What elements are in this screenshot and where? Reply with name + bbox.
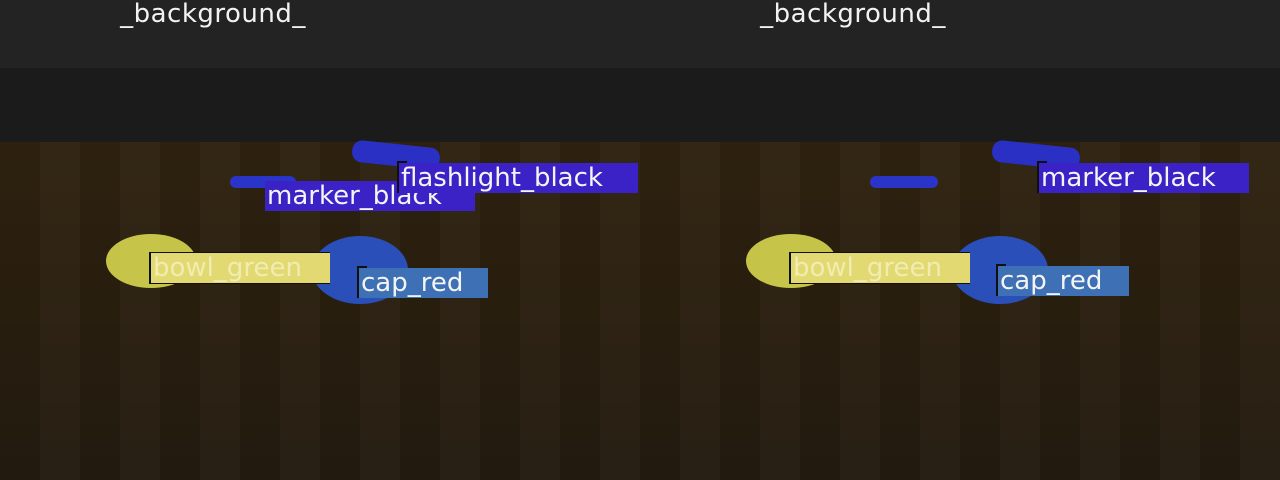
left-panel: _background_ bowl_green cap_red marker_b… [0,0,640,480]
back-wall [640,68,1280,142]
cap-label: cap_red [359,268,488,298]
cap-label: cap_red [998,266,1129,296]
bowl-label: bowl_green [151,253,330,283]
back-wall [0,68,640,142]
panel-title: _background_ [760,0,946,29]
panel-title: _background_ [120,0,306,29]
marker-mask [870,176,938,188]
bowl-label: bowl_green [791,253,970,283]
marker-label: marker_black [1039,163,1249,193]
flashlight-label: flashlight_black [399,163,638,193]
right-panel: _background_ bowl_green cap_red marker_b… [640,0,1280,480]
